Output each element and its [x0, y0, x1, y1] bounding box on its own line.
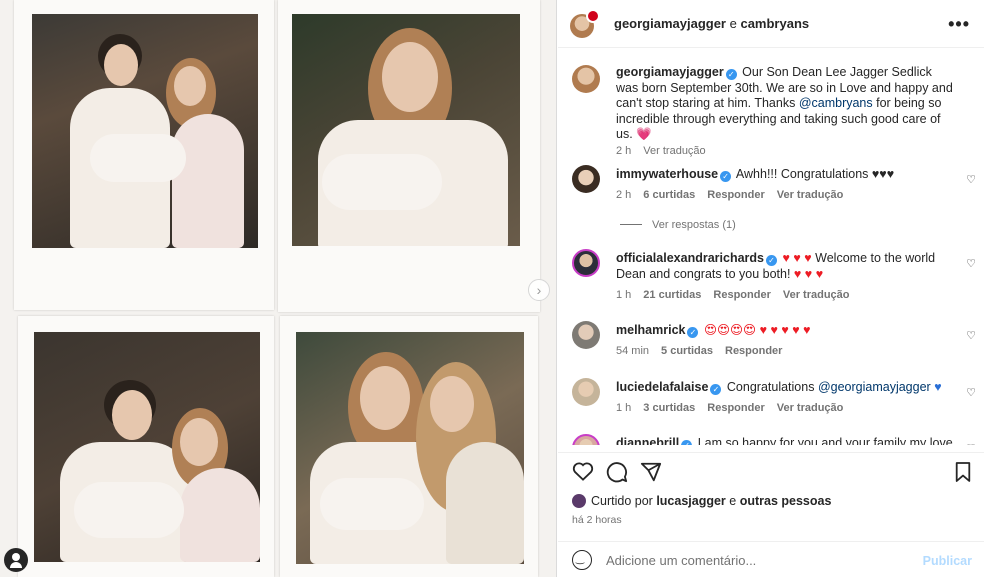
reply-button[interactable]: Responder — [707, 402, 764, 414]
next-image-button[interactable]: › — [528, 279, 550, 301]
caption-text: georgiamayjagger ✓ Our Son Dean Lee Jagge… — [616, 65, 956, 143]
heart-icon[interactable] — [572, 461, 594, 485]
post-authors: georgiamayjagger e cambryans — [614, 16, 809, 31]
photo-mother-with-baby — [292, 14, 520, 246]
commenter-avatar[interactable] — [572, 321, 600, 349]
reply-button[interactable]: Responder — [713, 289, 770, 301]
post-time: há 2 horas — [572, 514, 622, 526]
caption-avatar[interactable] — [572, 65, 600, 93]
liked-by: Curtido por lucasjagger e outras pessoas — [572, 494, 831, 508]
polaroid-photo-4 — [280, 316, 538, 577]
commenter-avatar[interactable] — [572, 378, 600, 406]
send-icon[interactable] — [640, 461, 662, 487]
reply-button[interactable]: Responder — [725, 345, 782, 357]
comment-text: immywaterhouse ✓ Awhh!!! Congratulations … — [616, 167, 956, 183]
red-hearts-icon: ♥ ♥ ♥ — [782, 251, 812, 265]
comment-like-heart-icon[interactable]: ♡ — [966, 386, 976, 399]
view-replies-button[interactable]: Ver respostas (1) — [620, 219, 736, 231]
comment-text: diannebrill✓ I am so happy for you and y… — [616, 436, 956, 445]
comment-mention[interactable]: @georgiamayjagger — [818, 380, 931, 394]
verified-badge-icon: ✓ — [687, 327, 699, 338]
collab-avatar[interactable] — [586, 9, 600, 23]
liked-by-others[interactable]: outras pessoas — [740, 494, 832, 508]
caption-mention[interactable]: @cambryans — [799, 96, 873, 110]
liked-by-prefix: Curtido por — [591, 494, 657, 508]
comment-like-heart-icon[interactable]: ♡ — [966, 173, 976, 186]
comment-username[interactable]: immywaterhouse — [616, 167, 718, 181]
liker-avatar[interactable] — [572, 494, 586, 508]
comment-likes[interactable]: 3 curtidas — [643, 402, 695, 414]
comment-likes[interactable]: 6 curtidas — [643, 189, 695, 201]
comment-body: Awhh!!! Congratulations — [733, 167, 872, 181]
author-username[interactable]: georgiamayjagger — [614, 16, 726, 31]
pink-heart-icon: 💗 — [636, 127, 652, 141]
caption-meta: 2 h Ver tradução — [616, 145, 718, 157]
add-comment-bar: Publicar — [558, 541, 984, 577]
reply-button[interactable]: Responder — [707, 189, 764, 201]
commenter-avatar[interactable] — [572, 434, 600, 445]
comment-body: I am so happy for you and your family my… — [694, 436, 953, 445]
polaroid-photo-1 — [14, 0, 274, 310]
publish-button[interactable]: Publicar — [923, 554, 972, 568]
commenter-avatar[interactable] — [572, 165, 600, 193]
photo-three-generations — [296, 332, 524, 564]
photo-couple-smiling — [34, 332, 260, 562]
post-actions — [558, 452, 984, 488]
polaroid-photo-2 — [278, 0, 540, 312]
comments-list[interactable]: georgiamayjagger ✓ Our Son Dean Lee Jagge… — [558, 49, 984, 445]
comment-username[interactable]: melhamrick — [616, 323, 685, 337]
post-media[interactable]: › — [0, 0, 557, 577]
verified-badge-icon: ✓ — [681, 440, 693, 445]
comment-text: officialalexandrarichards ✓ ♥ ♥ ♥ Welcome… — [616, 251, 956, 282]
comment-text: luciedelafalaise ✓ Congratulations @georg… — [616, 380, 956, 396]
comment-username[interactable]: diannebrill — [616, 436, 679, 445]
comment-time: 54 min — [616, 345, 650, 357]
comment-meta: 1 h 3 curtidas Responder Ver tradução — [616, 402, 855, 414]
translate-link[interactable]: Ver tradução — [777, 189, 844, 201]
tagged-user-icon[interactable] — [4, 548, 28, 572]
comment-text: melhamrick ✓ 😍😍😍😍 ♥ ♥ ♥ ♥ ♥ — [616, 323, 956, 339]
red-hearts-icon: ♥ ♥ ♥ — [793, 266, 824, 281]
liked-by-user[interactable]: lucasjagger — [656, 494, 725, 508]
comment-like-heart-icon[interactable]: ♡ — [966, 329, 976, 342]
comment-icon[interactable] — [606, 461, 628, 487]
commenter-avatar[interactable] — [572, 249, 600, 277]
black-hearts-icon: ♥♥♥ — [871, 167, 895, 181]
caption-time: 2 h — [616, 145, 632, 157]
comment-likes[interactable]: 5 curtidas — [661, 345, 713, 357]
comment-meta: 54 min 5 curtidas Responder — [616, 345, 794, 357]
comment-username[interactable]: luciedelafalaise — [616, 380, 708, 394]
comment-body: Congratulations — [723, 380, 818, 394]
verified-badge-icon: ✓ — [725, 69, 737, 80]
comment-meta: 1 h 21 curtidas Responder Ver tradução — [616, 289, 862, 301]
heart-eyes-emoji-icon: 😍😍😍😍 ♥ ♥ ♥ ♥ ♥ — [703, 323, 811, 337]
polaroid-photo-3 — [18, 316, 274, 577]
comment-meta: 2 h 6 curtidas Responder Ver tradução — [616, 189, 855, 201]
comment-time: 1 h — [616, 289, 632, 301]
translate-link[interactable]: Ver tradução — [783, 289, 850, 301]
translate-link[interactable]: Ver tradução — [777, 402, 844, 414]
comment-username[interactable]: officialalexandrarichards — [616, 251, 764, 265]
verified-badge-icon: ✓ — [765, 255, 777, 266]
post-panel: georgiamayjagger e cambryans ••• georgia… — [558, 0, 984, 577]
collab-username[interactable]: cambryans — [740, 16, 809, 31]
verified-badge-icon: ✓ — [720, 171, 732, 182]
photo-couple-with-baby — [32, 14, 258, 248]
comment-like-heart-icon[interactable]: ♡ — [966, 257, 976, 270]
post-header: georgiamayjagger e cambryans ••• — [558, 0, 984, 48]
liked-by-connector: e — [725, 494, 740, 508]
caption-username[interactable]: georgiamayjagger — [616, 65, 724, 79]
comment-time: 2 h — [616, 189, 632, 201]
more-options-icon[interactable]: ••• — [948, 14, 970, 35]
caption-translate-link[interactable]: Ver tradução — [643, 145, 705, 157]
bookmark-icon[interactable] — [954, 461, 972, 487]
emoji-icon[interactable] — [572, 550, 592, 570]
comment-like-heart-icon[interactable]: ♡ — [966, 442, 976, 445]
blue-heart-icon: ♥ — [934, 380, 942, 394]
authors-connector: e — [726, 16, 741, 31]
verified-badge-icon: ✓ — [710, 384, 722, 395]
comment-time: 1 h — [616, 402, 632, 414]
comment-input[interactable] — [606, 550, 906, 570]
comment-likes[interactable]: 21 curtidas — [643, 289, 701, 301]
